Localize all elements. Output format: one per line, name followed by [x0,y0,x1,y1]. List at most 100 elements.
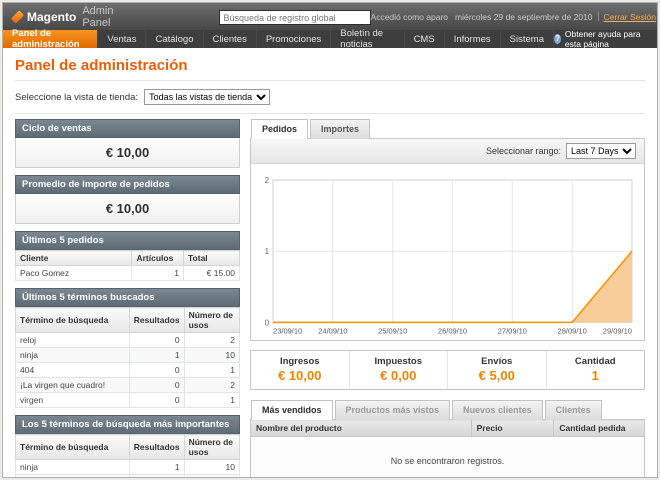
table-row[interactable]: ¡La virgen que cuadro! 0 2 [16,378,240,393]
global-search-input[interactable] [219,10,371,25]
range-selector-label: Seleccionar rango: [486,146,561,156]
search-results: 0 [129,475,184,478]
search-results: 1 [129,348,184,363]
column-header: Nombre del producto [251,420,472,437]
tab-mas-vendidos[interactable]: Más vendidos [251,400,333,420]
help-link[interactable]: ? Obtener ayuda para esta página [554,30,657,48]
search-term: ¡La virgen que cuadro! [16,378,130,393]
svg-text:0: 0 [265,318,270,327]
svg-text:26/09/10: 26/09/10 [438,326,467,335]
table-row[interactable]: ninja 1 10 [16,348,240,363]
column-header: Resultados [129,308,184,333]
search-uses: 10 [184,348,239,363]
nav-item-sistema[interactable]: Sistema [501,30,554,48]
dashboard-left-column: Ciclo de ventas € 10,00 Promedio de impo… [15,119,240,477]
last-search-terms-box: Últimos 5 términos buscados Término de b… [15,288,240,408]
stat-impuestos: Impuestos € 0,00 [349,351,448,389]
lifetime-sales-title: Ciclo de ventas [15,119,240,138]
stat-value: 1 [547,368,645,383]
stat-cantidad: Cantidad 1 [546,351,645,389]
tab-productos-mas-vistos[interactable]: Productos más vistos [335,400,451,420]
svg-text:29/09/10: 29/09/10 [603,326,632,335]
best-sellers-table: Nombre del producto Precio Cantidad pedi… [250,419,645,477]
svg-text:24/09/10: 24/09/10 [318,326,347,335]
table-row[interactable]: Paco Gomez 1 € 15.00 [16,266,240,281]
store-view-select[interactable]: Todas las vistas de tienda [144,89,270,105]
nav-item-catalogo[interactable]: Catálogo [146,30,203,48]
search-results: 0 [129,363,184,378]
range-select[interactable]: Last 7 Days [566,143,636,159]
column-header: Cantidad pedida [554,420,645,437]
search-uses: 2 [184,475,239,478]
table-row[interactable]: virgen 0 1 [16,393,240,408]
column-header: Número de usos [184,435,239,460]
dashboard-right-column: Pedidos Importes Seleccionar rango: Last… [250,119,645,477]
search-results: 0 [129,378,184,393]
column-header: Cliente [16,251,132,266]
search-term: reloj [16,475,130,478]
table-row[interactable]: 404 0 1 [16,363,240,378]
column-header: Precio [471,420,554,437]
table-row[interactable]: ninja 1 10 [16,460,240,475]
table-row[interactable]: reloj 0 2 [16,333,240,348]
tab-clientes[interactable]: Clientes [545,400,602,420]
tab-nuevos-clientes[interactable]: Nuevos clientes [452,400,543,420]
search-term: ninja [16,460,130,475]
separator [598,12,599,21]
svg-text:2: 2 [265,176,270,185]
column-header: Término de búsqueda [16,308,130,333]
svg-text:1: 1 [265,247,270,256]
nav-item-informes[interactable]: Informes [445,30,501,48]
help-icon: ? [554,34,561,44]
average-orders-box: Promedio de importe de pedidos € 10,00 [15,175,240,224]
orders-area-chart: 01223/09/1024/09/1025/09/1026/09/1027/09… [257,172,638,340]
svg-text:28/09/10: 28/09/10 [558,326,587,335]
last-search-terms-table: Término de búsqueda Resultados Número de… [15,307,240,408]
logo-text: Magento [27,10,76,24]
magento-admin-window: Magento Admin Panel Accedió como aparo m… [2,2,658,478]
lifetime-sales-value: € 10,00 [15,138,240,168]
last-orders-box: Últimos 5 pedidos Cliente Artículos Tota… [15,231,240,281]
nav-item-ventas[interactable]: Ventas [98,30,146,48]
totals-bar: Ingresos € 10,00 Impuestos € 0,00 Envíos… [250,350,645,390]
nav-item-promociones[interactable]: Promociones [257,30,331,48]
search-results: 0 [129,333,184,348]
tab-pedidos[interactable]: Pedidos [251,119,308,139]
chart-tabs: Pedidos Importes [250,119,645,138]
magento-logo-icon [11,10,24,23]
orders-chart-panel: Seleccionar rango: Last 7 Days 01223/09/… [250,138,645,341]
search-term: ninja [16,348,130,363]
average-orders-title: Promedio de importe de pedidos [15,175,240,194]
main-navigation: Panel de administración Ventas Catálogo … [3,30,657,48]
stat-label: Ingresos [251,356,349,367]
column-header: Artículos [132,251,184,266]
page-title: Panel de administración [15,57,645,74]
nav-item-cms[interactable]: CMS [405,30,445,48]
stat-envios: Envíos € 5,00 [447,351,546,389]
top-header: Magento Admin Panel Accedió como aparo m… [3,3,657,30]
column-header: Término de búsqueda [16,435,130,460]
tab-importes[interactable]: Importes [310,119,370,139]
magento-logo: Magento Admin Panel [11,5,119,29]
nav-item-clientes[interactable]: Clientes [204,30,257,48]
content-area: Panel de administración Seleccione la vi… [3,48,657,477]
search-uses: 1 [184,393,239,408]
table-row[interactable]: reloj 0 2 [16,475,240,478]
stat-value: € 0,00 [350,368,448,383]
last-orders-table: Cliente Artículos Total Paco Gomez 1 € 1… [15,250,240,281]
svg-text:25/09/10: 25/09/10 [378,326,407,335]
stat-value: € 10,00 [251,368,349,383]
search-term: reloj [16,333,130,348]
logo-subtitle: Admin Panel [82,5,118,29]
stat-ingresos: Ingresos € 10,00 [251,351,349,389]
search-uses: 10 [184,460,239,475]
session-info: Accedió como aparo miércoles 29 de septi… [371,12,656,22]
column-header: Resultados [129,435,184,460]
column-header: Total [183,251,239,266]
column-header: Número de usos [184,308,239,333]
nav-item-dashboard[interactable]: Panel de administración [3,30,98,48]
lifetime-sales-box: Ciclo de ventas € 10,00 [15,119,240,168]
stat-label: Envíos [448,356,546,367]
nav-item-boletin[interactable]: Boletín de noticias [331,30,404,48]
logout-link[interactable]: Cerrar Sesión [604,12,656,22]
